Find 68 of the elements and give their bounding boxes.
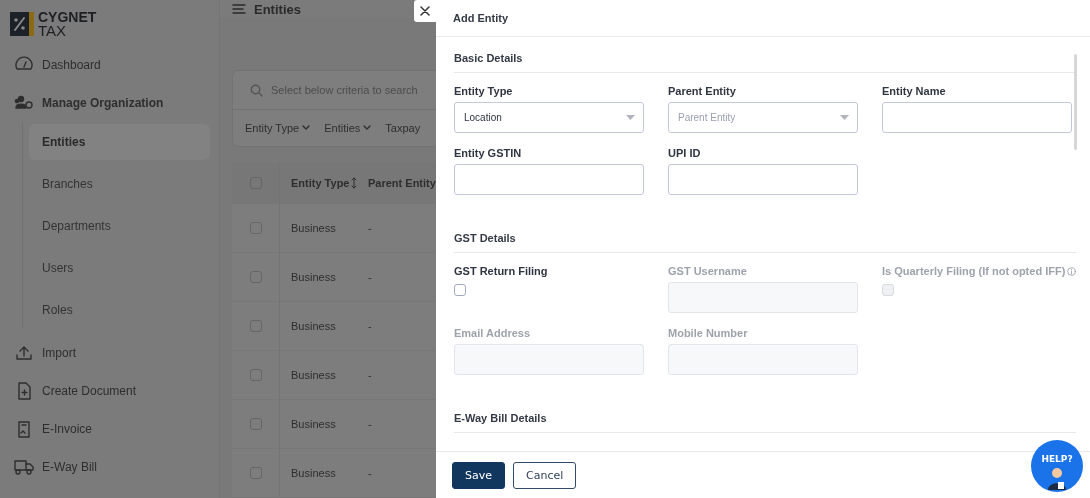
table-cell-text: Business	[290, 467, 337, 479]
input-field[interactable]	[668, 164, 858, 195]
section-title: GST Details	[454, 217, 1076, 253]
section-title: Basic Details	[454, 37, 1076, 73]
table-cell-text: -	[367, 320, 372, 332]
help-text: HELP?	[1041, 454, 1073, 464]
menu-icon	[232, 3, 246, 15]
table-cell-text: -	[367, 467, 372, 479]
table-cell-text: -	[367, 222, 372, 234]
field-label: Entity Name	[882, 85, 946, 97]
input-field[interactable]	[454, 164, 644, 195]
sidebar-subitem[interactable]: Departments	[29, 208, 210, 244]
table-cell-text: -	[367, 418, 372, 430]
field-label: Entity GSTIN	[454, 147, 522, 159]
sidebar-item[interactable]: E-Invoice	[0, 410, 219, 448]
field-label: Is Quarterly Filing (If not opted IFF)	[882, 265, 1066, 277]
table-cell-text: Business	[290, 271, 337, 283]
truck-icon	[14, 457, 34, 477]
sidebar-item[interactable]: E-Way Bill	[0, 448, 219, 486]
sidebar-subitem[interactable]: Users	[29, 250, 210, 286]
chevron-down-icon	[302, 125, 311, 131]
field-label: Parent Entity	[668, 85, 736, 97]
checkbox[interactable]	[454, 284, 466, 296]
field-label: Mobile Number	[668, 327, 748, 339]
close-button[interactable]	[414, 0, 436, 22]
sidebar-item[interactable]: Dashboard	[0, 46, 219, 84]
logo-icon	[10, 12, 34, 36]
sidebar-item[interactable]: Create Document	[0, 372, 219, 410]
drawer-title: Add Entity	[436, 0, 1090, 37]
save-button[interactable]: Save	[452, 461, 505, 489]
field-label: UPI ID	[668, 147, 701, 159]
filter-dropdown[interactable]: Taxpay	[385, 122, 421, 134]
filter-dropdown[interactable]: Entity Type	[245, 122, 311, 134]
table-cell-text: Business	[290, 320, 337, 332]
scrollbar[interactable]	[1074, 54, 1077, 150]
field-label: GST Username	[668, 265, 747, 277]
logo-text: CYGNET	[38, 11, 97, 24]
section-title: E-Way Bill Details	[454, 397, 1076, 433]
sidebar-subitem[interactable]: Entities	[29, 124, 210, 160]
dropdown-field[interactable]: Parent Entity	[668, 102, 858, 133]
logo-text: TAX	[38, 24, 68, 37]
caret-icon	[626, 115, 635, 120]
field-label: Entity Type	[454, 85, 513, 97]
page-title: Entities	[254, 1, 301, 17]
column-header[interactable]: Entity Type	[291, 177, 350, 189]
dropdown-field[interactable]: Location	[454, 102, 644, 133]
chevron-down-icon	[363, 125, 372, 131]
table-cell-text: Business	[290, 369, 337, 381]
table-cell-text: -	[367, 271, 372, 283]
field-label: GST Return Filing	[454, 265, 548, 277]
sort-icon	[351, 177, 358, 189]
filter-dropdown[interactable]: Entities	[324, 122, 372, 134]
sidebar-subitem[interactable]: Branches	[29, 166, 210, 202]
sidebar-item[interactable]: Import	[0, 334, 219, 372]
input-field[interactable]	[882, 102, 1072, 133]
column-header[interactable]: Parent Entity	[368, 177, 436, 189]
sidebar-subitem[interactable]: Roles	[29, 292, 210, 328]
sidebar-item[interactable]: Manage Organization	[0, 84, 219, 122]
field-label: Email Address	[454, 327, 530, 339]
table-cell-text: -	[367, 369, 372, 381]
close-icon	[420, 6, 430, 16]
upload-tray-icon	[14, 343, 34, 363]
person-silhouette-icon	[1047, 466, 1067, 490]
table-cell-text: Business	[290, 418, 337, 430]
search-icon	[250, 83, 263, 97]
caret-icon	[840, 115, 849, 120]
cancel-button[interactable]: Cancel	[513, 461, 577, 489]
table-cell-text: Business	[290, 222, 337, 234]
